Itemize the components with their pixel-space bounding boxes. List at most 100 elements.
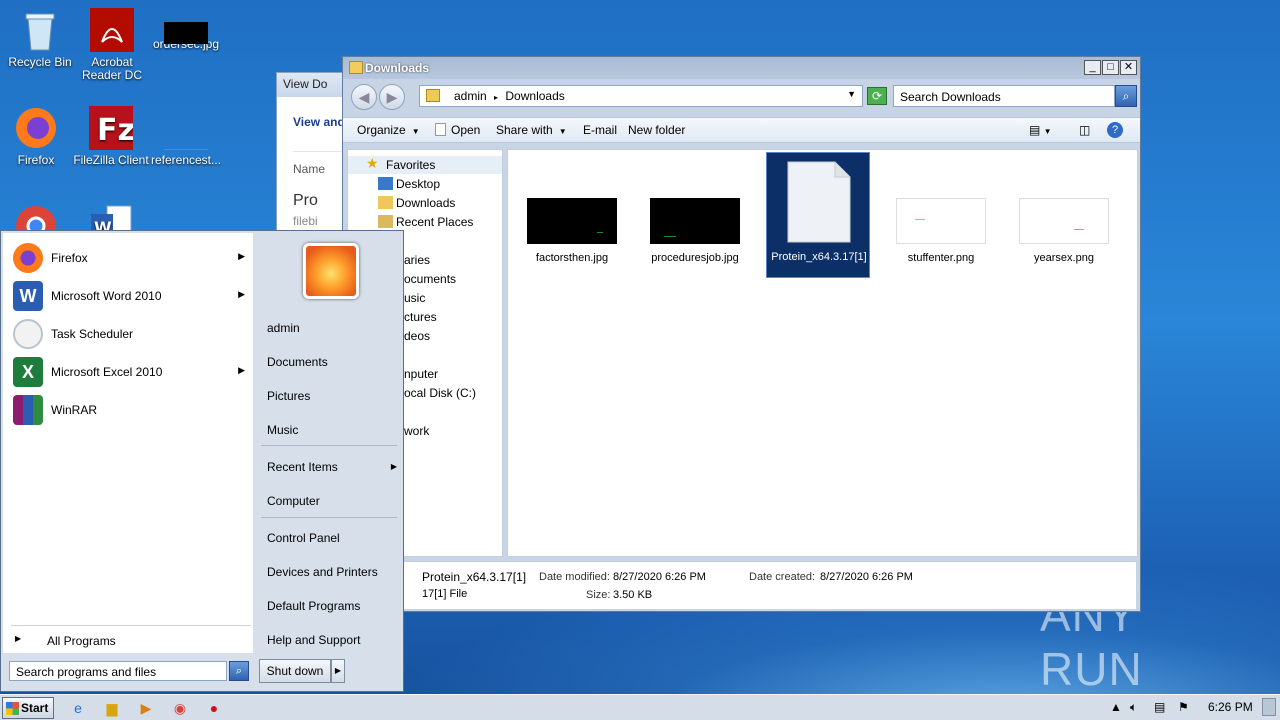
share-with-button[interactable]: Share with ▼ <box>496 123 567 137</box>
details-created-value: 8/27/2020 6:26 PM <box>820 571 913 583</box>
filezilla-icon: Fz <box>89 106 135 150</box>
details-modified-label: Date modified: <box>539 571 610 583</box>
internet-explorer-icon[interactable]: e <box>64 697 92 719</box>
search-input[interactable]: Search Downloads <box>893 85 1115 107</box>
program-winrar[interactable]: WinRAR <box>11 393 251 427</box>
user-avatar[interactable] <box>303 243 359 299</box>
program-word[interactable]: W Microsoft Word 2010 ▶ <box>11 279 251 313</box>
winrar-icon <box>13 395 43 425</box>
image-thumbnail-icon <box>164 22 208 44</box>
desktop-icon-filezilla[interactable]: Fz FileZilla Client <box>71 106 151 167</box>
taskbar: Start e ▆ ▶ ◉ ● ▲ 🔈︎ ▤ ⚑ 6:26 PM <box>0 694 1280 720</box>
folder-icon <box>426 89 440 102</box>
background-window-item[interactable]: Pro <box>293 192 345 210</box>
new-folder-button[interactable]: New folder <box>628 123 685 137</box>
firefox-icon <box>14 106 58 150</box>
start-menu-programs: Firefox ▶ W Microsoft Word 2010 ▶ Task Sch… <box>3 233 253 653</box>
file-item[interactable]: proceduresjob.jpg <box>643 154 747 280</box>
file-icon <box>435 123 446 136</box>
image-thumbnail-icon <box>896 198 986 244</box>
details-created-label: Date created: <box>749 571 816 583</box>
chevron-down-icon: ▼ <box>411 127 420 136</box>
address-bar[interactable]: admin ▸ Downloads ▼ <box>419 85 863 107</box>
back-button[interactable]: ◀ <box>351 84 377 110</box>
start-search-input[interactable]: Search programs and files <box>9 661 227 681</box>
start-devices-printers[interactable]: Devices and Printers <box>267 565 397 587</box>
start-control-panel[interactable]: Control Panel <box>267 531 397 553</box>
minimize-button[interactable]: _ <box>1084 60 1101 75</box>
desktop-icon-recycle-bin[interactable]: Recycle Bin <box>0 8 80 69</box>
action-center-flag-icon[interactable]: ⚑ <box>1178 700 1189 714</box>
chrome-icon[interactable]: ◉ <box>166 697 194 719</box>
shut-down-options-button[interactable]: ▶ <box>331 659 345 683</box>
search-icon[interactable]: ⌕ <box>1115 85 1137 107</box>
nav-recent-places[interactable]: Recent Places <box>348 213 502 231</box>
column-header-name[interactable]: Name <box>293 151 345 176</box>
chevron-right-icon: ▶ <box>238 251 245 261</box>
email-button[interactable]: E-mail <box>583 123 617 137</box>
start-default-programs[interactable]: Default Programs <box>267 599 397 621</box>
start-button[interactable]: Start <box>2 697 54 719</box>
open-button[interactable]: Open <box>435 123 480 137</box>
desktop-icon-ordersec[interactable]: ordersec.jpg <box>146 8 226 51</box>
media-player-icon[interactable]: ▶ <box>132 697 160 719</box>
opera-icon[interactable]: ● <box>200 697 228 719</box>
help-icon[interactable]: ? <box>1107 122 1123 138</box>
search-icon[interactable]: ⌕ <box>229 661 249 681</box>
desktop-icon-acrobat[interactable]: Acrobat Reader DC <box>72 8 152 82</box>
shut-down-button[interactable]: Shut down <box>259 659 331 683</box>
start-menu: Firefox ▶ W Microsoft Word 2010 ▶ Task Sch… <box>0 230 404 692</box>
chevron-right-icon: ▶ <box>238 365 245 375</box>
nav-favorites[interactable]: ★ Favorites <box>348 155 502 174</box>
all-programs-button[interactable]: ▶ All Programs <box>11 631 251 651</box>
volume-icon[interactable]: 🔈︎ <box>1130 700 1137 715</box>
desktop-icon-firefox[interactable]: Firefox <box>0 106 76 167</box>
start-menu-places: admin Documents Pictures Music Recent It… <box>257 233 403 653</box>
show-hidden-icons-icon[interactable]: ▲ <box>1110 700 1122 714</box>
clock[interactable]: 6:26 PM <box>1208 700 1253 714</box>
start-pictures[interactable]: Pictures <box>267 389 397 411</box>
address-dropdown-icon[interactable]: ▼ <box>847 89 856 99</box>
file-item[interactable]: stuffenter.png <box>889 154 993 280</box>
star-icon: ★ <box>366 155 379 171</box>
desktop-icon-referencest[interactable]: referencest... <box>146 106 226 167</box>
program-task-scheduler[interactable]: Task Scheduler <box>11 317 251 351</box>
file-item[interactable]: yearsex.png <box>1012 154 1116 280</box>
file-explorer-icon[interactable]: ▆ <box>98 697 126 719</box>
start-computer[interactable]: Computer <box>267 494 397 516</box>
image-thumbnail-icon <box>650 198 740 244</box>
start-user-admin[interactable]: admin <box>267 321 397 343</box>
preview-pane-icon[interactable]: ◫ <box>1079 123 1090 137</box>
explorer-titlebar[interactable]: Downloads _ □ ✕ <box>343 57 1140 79</box>
start-help-support[interactable]: Help and Support <box>267 633 397 655</box>
show-desktop-button[interactable] <box>1262 698 1276 716</box>
program-excel[interactable]: X Microsoft Excel 2010 ▶ <box>11 355 251 389</box>
chevron-right-icon: ▶ <box>390 462 397 471</box>
nav-downloads[interactable]: Downloads <box>348 194 502 212</box>
close-button[interactable]: ✕ <box>1120 60 1137 75</box>
recent-places-icon <box>378 215 393 228</box>
folder-icon <box>349 61 363 74</box>
maximize-button[interactable]: □ <box>1102 60 1119 75</box>
file-list: factorsthen.jpg proceduresjob.jpg Protei… <box>507 149 1138 557</box>
refresh-button[interactable]: ⟳ <box>867 87 887 105</box>
breadcrumb-root[interactable]: admin <box>454 89 487 103</box>
breadcrumb-current[interactable]: Downloads <box>505 89 564 103</box>
file-item[interactable]: factorsthen.jpg <box>520 154 624 280</box>
start-music[interactable]: Music <box>267 423 397 445</box>
window-title: Downloads <box>365 61 430 75</box>
program-firefox[interactable]: Firefox ▶ <box>11 241 251 275</box>
recycle-bin-icon <box>18 8 62 52</box>
organize-button[interactable]: Organize ▼ <box>357 123 420 137</box>
network-icon[interactable]: ▤ <box>1154 700 1165 714</box>
nav-desktop[interactable]: Desktop <box>348 175 502 193</box>
firefox-icon <box>13 243 43 273</box>
file-item-selected[interactable]: Protein_x64.3.17[1] <box>766 152 870 278</box>
desktop-icon <box>378 177 393 190</box>
explorer-window[interactable]: Downloads _ □ ✕ ◀ ▶ admin ▸ Downloads ▼ … <box>342 56 1141 612</box>
view-options-icon[interactable]: ▤ ▼ <box>1029 123 1052 137</box>
excel-icon: X <box>13 357 43 387</box>
start-documents[interactable]: Documents <box>267 355 397 377</box>
start-recent-items[interactable]: Recent Items ▶ <box>267 460 397 482</box>
forward-button[interactable]: ▶ <box>379 84 405 110</box>
